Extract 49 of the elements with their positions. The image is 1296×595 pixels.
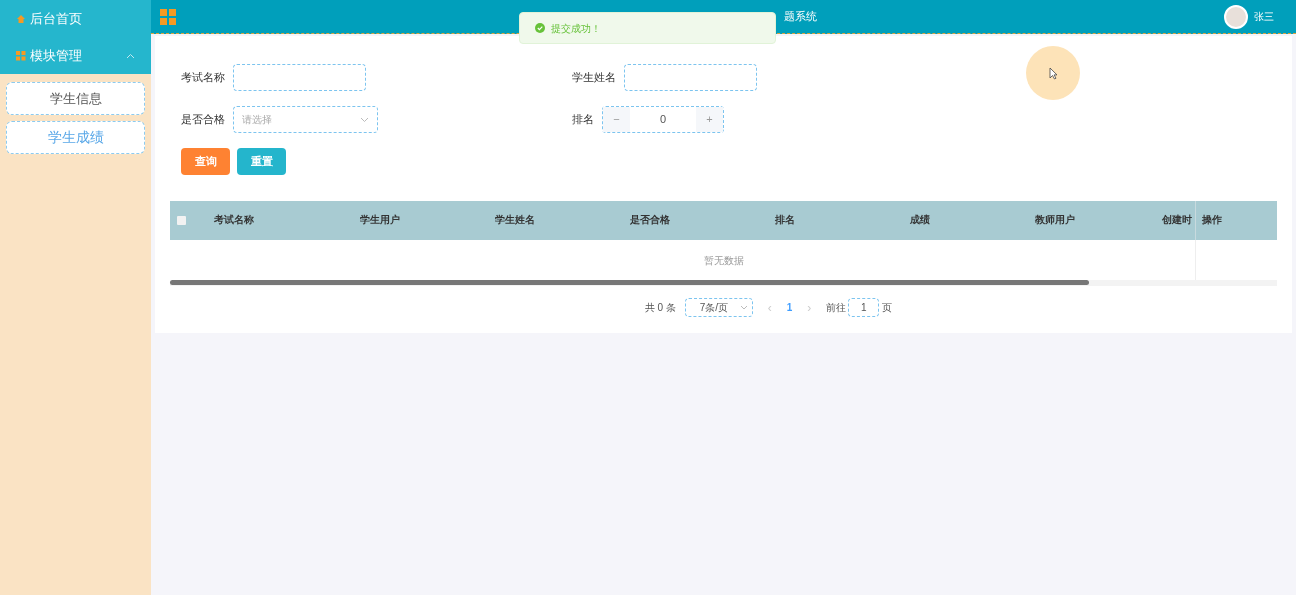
column-header: 排名	[773, 213, 796, 228]
sidebar-label: 模块管理	[30, 46, 83, 65]
sidebar-item[interactable]: 模块管理	[0, 37, 151, 74]
select-all-checkbox[interactable]	[177, 216, 186, 225]
number-value: 0	[658, 112, 668, 128]
cursor-icon	[1048, 66, 1058, 80]
chevron-down-icon	[739, 305, 748, 310]
next-page-button[interactable]: ›	[801, 298, 818, 317]
grid-icon	[16, 50, 26, 61]
decrement-button[interactable]: −	[603, 107, 630, 132]
column-header: 考试名称	[214, 213, 255, 228]
scrollbar[interactable]	[170, 280, 1089, 285]
column-header: 学生姓名	[493, 213, 536, 228]
increment-button[interactable]: +	[696, 107, 723, 132]
reset-button[interactable]: 重置	[237, 148, 286, 175]
empty-message: 暂无数据	[703, 253, 744, 268]
sidebar-label: 后台首页	[30, 9, 83, 28]
filter-label: 是否合格	[181, 112, 225, 128]
page-input[interactable]: 1	[848, 298, 880, 317]
sidebar-item[interactable]: 后台首页	[0, 0, 151, 37]
page-size-select[interactable]: 7条/页	[684, 298, 753, 317]
submenu-item[interactable]: 学生成绩	[6, 121, 145, 154]
system-title: 题系统	[784, 9, 817, 25]
avatar[interactable]	[1224, 4, 1248, 29]
goto-label: 前往	[826, 301, 847, 315]
total-count: 共 0 条	[644, 301, 676, 315]
column-header: 是否合格	[628, 213, 671, 228]
submenu-item[interactable]: 学生信息	[6, 82, 145, 115]
filter-label: 考试名称	[181, 70, 225, 86]
text-field[interactable]	[233, 64, 366, 91]
check-circle-icon	[535, 23, 545, 33]
toast-message: 提交成功！	[551, 21, 601, 36]
column-header: 学生用户	[358, 213, 401, 228]
column-header: 教师用户	[1033, 213, 1076, 228]
chevron-down-icon	[360, 116, 369, 123]
user-name[interactable]: 张三	[1254, 9, 1274, 24]
search-button[interactable]: 查询	[181, 148, 230, 175]
filter-label: 学生姓名	[572, 70, 616, 86]
select-field[interactable]: 请选择	[233, 106, 378, 133]
column-header: 成绩	[908, 213, 931, 228]
grid-icon[interactable]	[160, 8, 176, 25]
page-suffix: 页	[882, 301, 893, 315]
home-icon	[16, 13, 26, 24]
number-stepper[interactable]: − 0 +	[602, 106, 724, 133]
column-header: 创建时	[1161, 213, 1192, 228]
filter-label: 排名	[572, 112, 594, 128]
page-number[interactable]: 1	[786, 300, 793, 315]
previous-page-button[interactable]: ‹	[761, 298, 778, 317]
text-field[interactable]	[624, 64, 757, 91]
